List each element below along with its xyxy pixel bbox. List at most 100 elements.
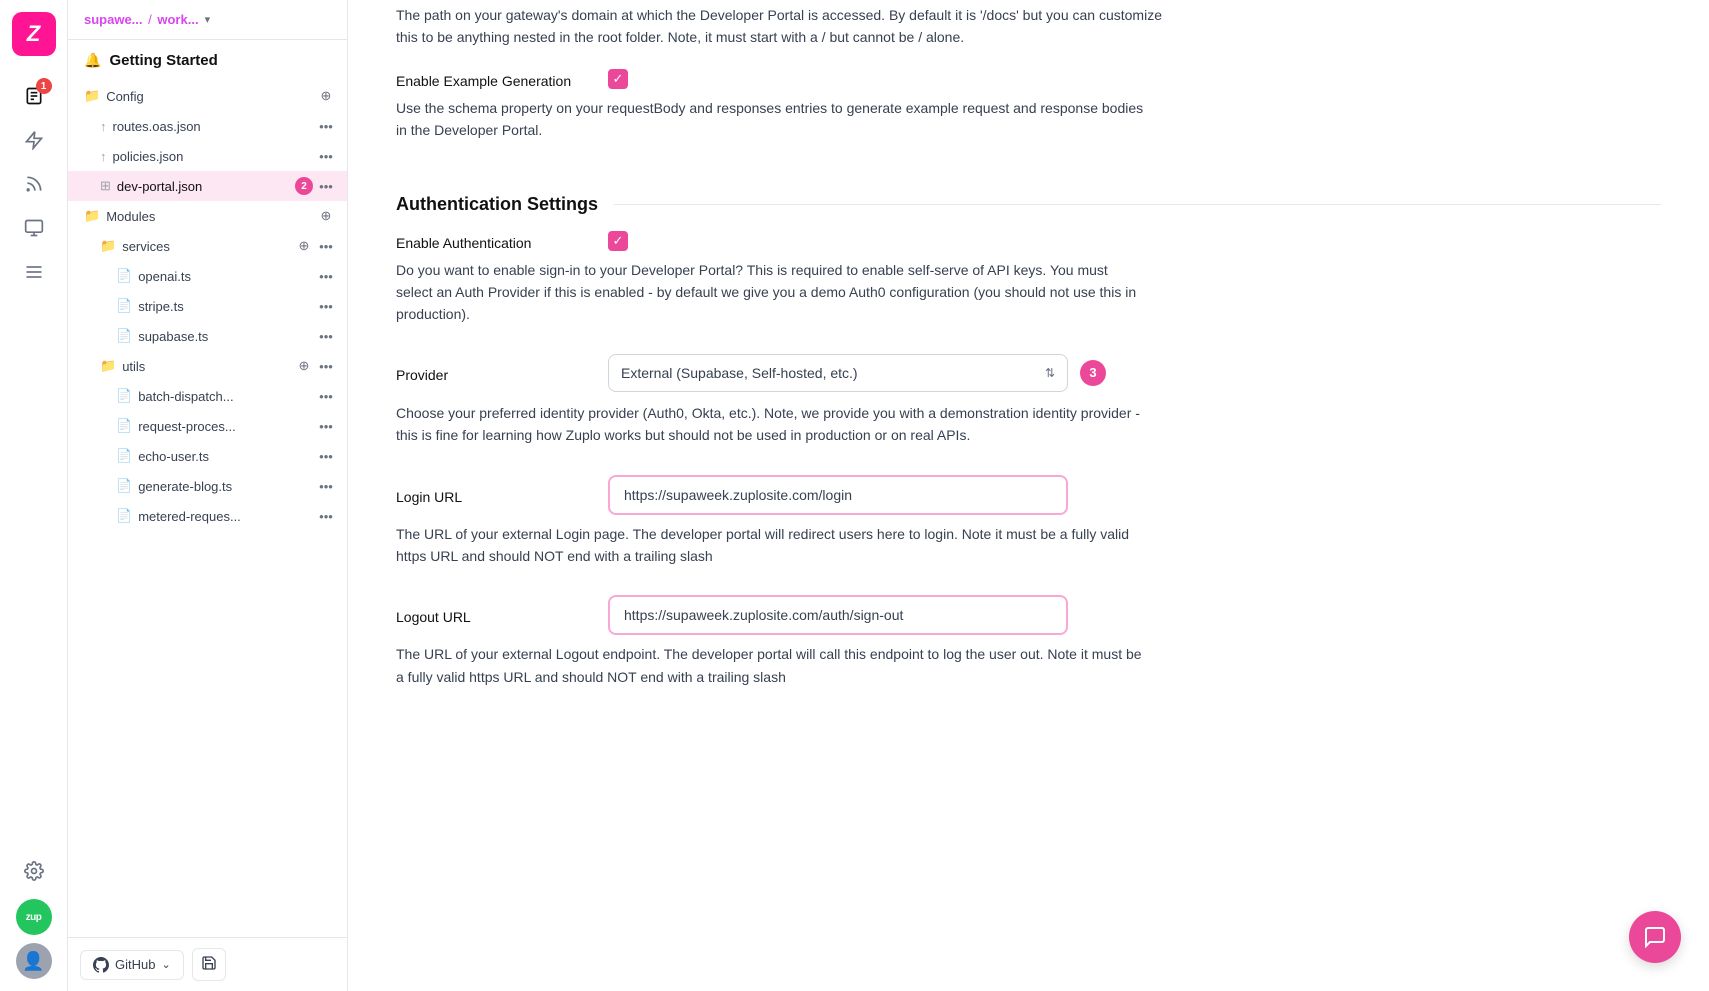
monitor-nav-button[interactable] — [14, 208, 54, 248]
sidebar-item-openai[interactable]: 📄 openai.ts ••• — [68, 261, 347, 291]
enable-auth-label: Enable Authentication — [396, 231, 576, 251]
modules-add-button[interactable]: ⊕ — [317, 207, 335, 225]
app-logo[interactable]: Z — [12, 12, 56, 56]
workspace-chevron-icon: ▾ — [205, 13, 211, 26]
sidebar-item-metered[interactable]: 📄 metered-reques... ••• — [68, 501, 347, 531]
sidebar-item-policies[interactable]: ↑ policies.json ••• — [68, 141, 347, 171]
sidebar-item-config[interactable]: 📁 Config ⊕ — [68, 81, 347, 111]
batch-dots-button[interactable]: ••• — [317, 387, 335, 405]
utils-add-button[interactable]: ⊕ — [295, 357, 313, 375]
docs-nav-button[interactable]: 1 — [14, 76, 54, 116]
policies-file-icon: ↑ — [100, 149, 107, 164]
config-add-button[interactable]: ⊕ — [317, 87, 335, 105]
sidebar-item-stripe[interactable]: 📄 stripe.ts ••• — [68, 291, 347, 321]
workspace-header[interactable]: supawe... / work... ▾ — [68, 0, 347, 40]
openai-dots-button[interactable]: ••• — [317, 267, 335, 285]
save-button[interactable] — [192, 948, 226, 981]
sidebar-item-dev-portal[interactable]: ⊞ dev-portal.json 2 ••• — [68, 171, 347, 201]
enable-auth-checkbox[interactable]: ✓ — [608, 231, 628, 251]
enable-example-desc: Use the schema property on your requestB… — [396, 97, 1146, 142]
stripe-file-icon: 📄 — [116, 298, 132, 314]
dev-portal-badge: 2 — [295, 177, 313, 195]
workspace-label: supawe... / work... — [84, 12, 199, 27]
enable-example-label: Enable Example Generation — [396, 69, 576, 89]
login-url-group: Login URL The URL of your external Login… — [396, 475, 1661, 568]
utils-dots-button[interactable]: ••• — [317, 357, 335, 375]
provider-desc: Choose your preferred identity provider … — [396, 402, 1146, 447]
icon-bar: Z 1 zup 👤 — [0, 0, 68, 991]
utils-label: utils — [122, 359, 289, 374]
login-url-label: Login URL — [396, 485, 576, 505]
feed-nav-button[interactable] — [14, 164, 54, 204]
getting-started-item[interactable]: 🔔 Getting Started — [68, 40, 347, 81]
settings-nav-button[interactable] — [14, 851, 54, 891]
getting-started-icon: 🔔 — [84, 52, 101, 69]
provider-value: External (Supabase, Self-hosted, etc.) — [621, 365, 858, 381]
sidebar-item-generate-blog[interactable]: 📄 generate-blog.ts ••• — [68, 471, 347, 501]
metered-label: metered-reques... — [138, 509, 311, 524]
lightning-nav-button[interactable] — [14, 120, 54, 160]
sidebar-item-batch-dispatch[interactable]: 📄 batch-dispatch... ••• — [68, 381, 347, 411]
routes-file-icon: ↑ — [100, 119, 107, 134]
provider-row: Provider External (Supabase, Self-hosted… — [396, 354, 1661, 392]
enable-example-group: Enable Example Generation ✓ Use the sche… — [396, 69, 1661, 142]
sidebar-item-utils[interactable]: 📁 utils ⊕ ••• — [68, 351, 347, 381]
modules-actions: ⊕ — [317, 207, 335, 225]
dev-portal-icon: ⊞ — [100, 178, 111, 194]
sidebar-item-supabase[interactable]: 📄 supabase.ts ••• — [68, 321, 347, 351]
docs-badge: 1 — [36, 78, 52, 94]
enable-example-checkbox[interactable]: ✓ — [608, 69, 628, 89]
request-file-icon: 📄 — [116, 418, 132, 434]
sidebar-item-services[interactable]: 📁 services ⊕ ••• — [68, 231, 347, 261]
sidebar-item-request-process[interactable]: 📄 request-proces... ••• — [68, 411, 347, 441]
policies-dots-button[interactable]: ••• — [317, 147, 335, 165]
provider-group: Provider External (Supabase, Self-hosted… — [396, 354, 1661, 447]
services-folder-icon: 📁 — [100, 238, 116, 254]
supabase-dots-button[interactable]: ••• — [317, 327, 335, 345]
metered-dots-button[interactable]: ••• — [317, 507, 335, 525]
services-add-button[interactable]: ⊕ — [295, 237, 313, 255]
batch-label: batch-dispatch... — [138, 389, 311, 404]
echo-label: echo-user.ts — [138, 449, 311, 464]
stripe-dots-button[interactable]: ••• — [317, 297, 335, 315]
blog-file-icon: 📄 — [116, 478, 132, 494]
logout-url-label: Logout URL — [396, 605, 576, 625]
stripe-label: stripe.ts — [138, 299, 311, 314]
list-nav-button[interactable] — [14, 252, 54, 292]
services-label: services — [122, 239, 289, 254]
provider-step-badge: 3 — [1080, 360, 1106, 386]
services-dots-button[interactable]: ••• — [317, 237, 335, 255]
request-dots-button[interactable]: ••• — [317, 417, 335, 435]
enable-example-row: Enable Example Generation ✓ — [396, 69, 1661, 89]
provider-select-wrapper: External (Supabase, Self-hosted, etc.) ⇅… — [608, 354, 1106, 392]
services-actions: ⊕ ••• — [295, 237, 335, 255]
dev-portal-dots-button[interactable]: ••• — [317, 177, 335, 195]
github-button[interactable]: GitHub ⌄ — [80, 950, 184, 980]
provider-select[interactable]: External (Supabase, Self-hosted, etc.) ⇅ — [608, 354, 1068, 392]
github-label: GitHub — [115, 957, 155, 972]
zup-avatar[interactable]: zup — [16, 899, 52, 935]
enable-auth-desc: Do you want to enable sign-in to your De… — [396, 259, 1146, 326]
logout-url-input[interactable] — [608, 595, 1068, 635]
supabase-file-icon: 📄 — [116, 328, 132, 344]
login-url-desc: The URL of your external Login page. The… — [396, 523, 1146, 568]
user-avatar[interactable]: 👤 — [16, 943, 52, 979]
sidebar-item-modules[interactable]: 📁 Modules ⊕ — [68, 201, 347, 231]
modules-folder-icon: 📁 — [84, 208, 100, 224]
config-label: Config — [106, 89, 311, 104]
echo-file-icon: 📄 — [116, 448, 132, 464]
routes-oas-label: routes.oas.json — [113, 119, 312, 134]
login-url-input[interactable] — [608, 475, 1068, 515]
login-url-row: Login URL — [396, 475, 1661, 515]
blog-dots-button[interactable]: ••• — [317, 477, 335, 495]
sidebar-item-echo-user[interactable]: 📄 echo-user.ts ••• — [68, 441, 347, 471]
utils-folder-icon: 📁 — [100, 358, 116, 374]
routes-oas-dots-button[interactable]: ••• — [317, 117, 335, 135]
sidebar-item-routes-oas[interactable]: ↑ routes.oas.json ••• — [68, 111, 347, 141]
file-tree-sidebar: supawe... / work... ▾ 🔔 Getting Started … — [68, 0, 348, 991]
chat-button[interactable] — [1629, 911, 1681, 963]
auth-settings-heading: Authentication Settings — [396, 170, 1661, 215]
echo-dots-button[interactable]: ••• — [317, 447, 335, 465]
batch-file-icon: 📄 — [116, 388, 132, 404]
policies-actions: ••• — [317, 147, 335, 165]
